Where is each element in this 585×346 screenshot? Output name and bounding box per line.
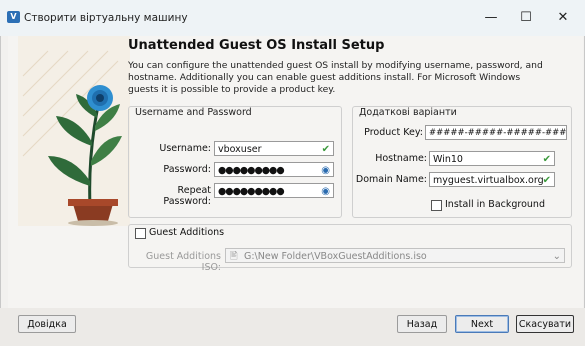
password-field[interactable]: ●●●●●●●●● ◉	[214, 162, 334, 177]
guest-additions-iso-select[interactable]: 🖹 G:\New Folder\VBoxGuestAdditions.iso ⌄	[225, 248, 565, 263]
domain-name-field[interactable]: myguest.virtualbox.org ✔	[429, 172, 555, 187]
repeat-password-label: Repeat Password:	[163, 185, 211, 207]
valid-check-icon: ✔	[321, 144, 330, 155]
additional-options-group: Додаткові варіанти Product Key: #####-##…	[352, 106, 572, 218]
hostname-value: Win10	[433, 154, 463, 165]
minimize-button[interactable]: —	[479, 9, 503, 27]
domain-name-value: myguest.virtualbox.org	[433, 175, 544, 186]
virtualbox-app-icon: V	[7, 11, 20, 23]
password-label: Password:	[163, 164, 211, 175]
valid-check-icon: ✔	[542, 175, 551, 186]
group-title-credentials: Username and Password	[135, 107, 252, 118]
page-heading: Unattended Guest OS Install Setup	[128, 38, 385, 53]
hostname-label: Hostname:	[375, 153, 427, 164]
plant-illustration-icon	[18, 36, 130, 226]
wizard-content: Unattended Guest OS Install Setup You ca…	[8, 36, 583, 308]
cancel-button[interactable]: Скасувати	[516, 315, 574, 333]
maximize-button[interactable]: ☐	[514, 9, 538, 27]
file-icon: 🖹	[230, 251, 238, 262]
back-button[interactable]: Назад	[397, 315, 447, 333]
hostname-field[interactable]: Win10 ✔	[429, 151, 555, 166]
product-key-value: #####-#####-#####-#####-#####	[429, 128, 567, 138]
repeat-password-field[interactable]: ●●●●●●●●● ◉	[214, 183, 334, 198]
close-button[interactable]: ✕	[551, 9, 575, 27]
group-title-extra: Додаткові варіанти	[359, 107, 457, 118]
guest-additions-group: Guest Additions Guest Additions ISO: 🖹 G…	[128, 224, 572, 273]
install-in-background-label: Install in Background	[445, 199, 545, 210]
password-value: ●●●●●●●●●	[218, 165, 285, 176]
show-password-icon[interactable]: ◉	[321, 163, 330, 176]
page-description: You can configure the unattended guest O…	[128, 60, 543, 95]
title-bar: V Створити віртуальну машину — ☐ ✕	[0, 0, 585, 36]
product-key-label: Product Key:	[364, 127, 423, 138]
dialog-window: V Створити віртуальну машину — ☐ ✕ Unatt…	[0, 0, 585, 346]
username-label: Username:	[159, 143, 211, 154]
guest-additions-checkbox[interactable]	[135, 228, 146, 239]
button-bar: Довідка Назад Next Скасувати	[0, 308, 585, 346]
valid-check-icon: ✔	[542, 154, 551, 165]
domain-name-label: Domain Name:	[355, 174, 427, 185]
username-password-group: Username and Password Username: vboxuser…	[128, 106, 342, 218]
show-repeat-password-icon[interactable]: ◉	[321, 184, 330, 197]
username-field[interactable]: vboxuser ✔	[214, 141, 334, 156]
product-key-field[interactable]: #####-#####-#####-#####-#####	[425, 125, 567, 140]
guest-additions-iso-label: Guest Additions ISO:	[145, 251, 221, 273]
chevron-down-icon: ⌄	[552, 251, 561, 262]
repeat-password-value: ●●●●●●●●●	[218, 186, 285, 197]
next-button[interactable]: Next	[455, 315, 509, 333]
guest-additions-label: Guest Additions	[149, 227, 225, 238]
username-value: vboxuser	[218, 144, 262, 155]
window-title: Створити віртуальну машину	[24, 12, 188, 24]
help-button[interactable]: Довідка	[18, 315, 76, 333]
install-in-background-checkbox[interactable]	[431, 200, 442, 211]
guest-additions-iso-value: G:\New Folder\VBoxGuestAdditions.iso	[244, 251, 427, 262]
